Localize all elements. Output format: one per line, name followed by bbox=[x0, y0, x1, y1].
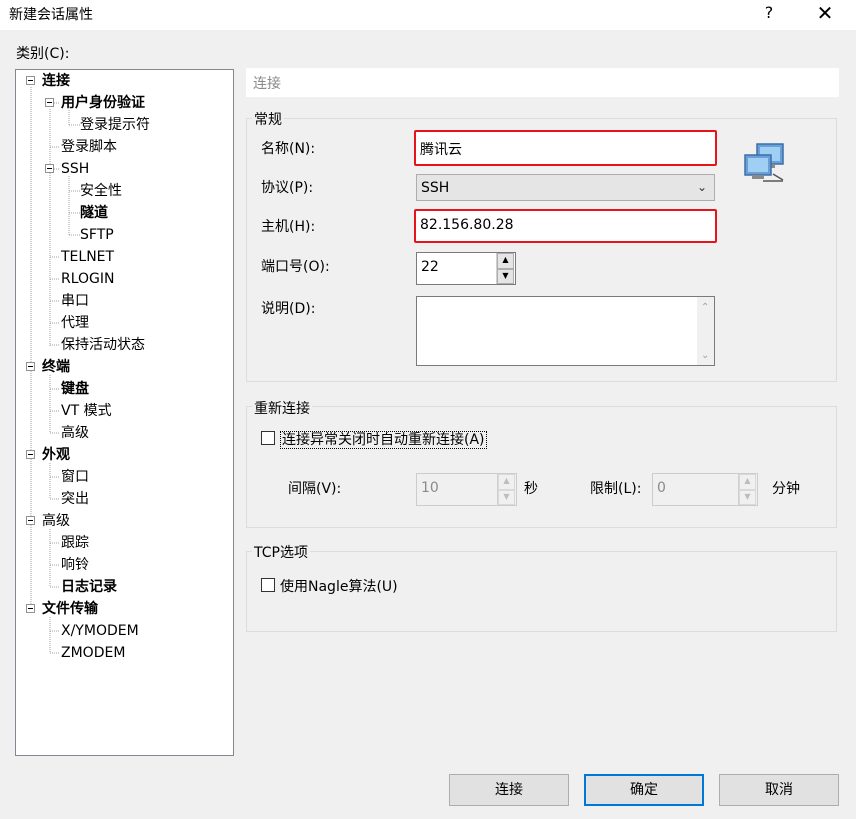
host-field[interactable]: 82.156.80.28 bbox=[414, 209, 717, 243]
tree-item-advanced[interactable]: 高级 bbox=[42, 511, 70, 531]
close-button[interactable]: ✕ bbox=[810, 0, 840, 30]
tree-item-sftp[interactable]: SFTP bbox=[80, 225, 114, 245]
spin-up-icon[interactable]: ▲ bbox=[497, 253, 514, 269]
protocol-label: 协议(P): bbox=[261, 180, 314, 196]
nagle-checkbox[interactable] bbox=[261, 578, 275, 592]
tree-item-vt-mode[interactable]: VT 模式 bbox=[61, 401, 112, 421]
tree-item-login-prompts[interactable]: 登录提示符 bbox=[80, 115, 150, 135]
description-scrollbar[interactable]: ⌃ ⌄ bbox=[697, 297, 714, 365]
port-label: 端口号(O): bbox=[261, 259, 330, 275]
title-bar: 新建会话属性 ? ✕ bbox=[0, 0, 856, 30]
limit-value: 0 bbox=[657, 480, 666, 496]
network-computers-icon bbox=[744, 143, 784, 182]
spin-down-icon[interactable]: ▼ bbox=[497, 268, 514, 284]
protocol-value: SSH bbox=[421, 180, 450, 196]
tree-item-rlogin[interactable]: RLOGIN bbox=[61, 269, 115, 289]
name-field[interactable]: 腾讯云 bbox=[414, 130, 717, 166]
interval-spinner[interactable]: ▲ ▼ bbox=[497, 474, 515, 505]
scroll-up-icon[interactable]: ⌃ bbox=[701, 302, 709, 313]
tree-item-user-auth[interactable]: 用户身份验证 bbox=[61, 93, 145, 113]
spin-up-icon[interactable]: ▲ bbox=[498, 474, 515, 490]
help-button[interactable]: ? bbox=[754, 0, 784, 30]
cancel-button[interactable]: 取消 bbox=[719, 774, 839, 806]
category-tree[interactable]: 连接 用户身份验证 登录提示符 登录脚本 SSH 安全性 隧道 SFTP TEL… bbox=[15, 69, 234, 756]
tree-item-login-script[interactable]: 登录脚本 bbox=[61, 137, 117, 157]
protocol-select[interactable]: SSH ⌄ bbox=[416, 174, 715, 201]
general-group-title: 常规 bbox=[252, 109, 284, 129]
chevron-down-icon: ⌄ bbox=[696, 180, 707, 194]
interval-value: 10 bbox=[421, 480, 439, 496]
spin-up-icon[interactable]: ▲ bbox=[739, 474, 756, 490]
auto-reconnect-label[interactable]: 连接异常关闭时自动重新连接(A) bbox=[280, 429, 487, 449]
ok-button[interactable]: 确定 bbox=[584, 774, 704, 806]
limit-label: 限制(L): bbox=[590, 481, 642, 497]
tree-item-connection[interactable]: 连接 bbox=[42, 71, 70, 91]
tree-item-appearance[interactable]: 外观 bbox=[42, 445, 70, 465]
tree-item-tunnel[interactable]: 隧道 bbox=[80, 203, 108, 223]
host-label: 主机(H): bbox=[261, 219, 316, 235]
tree-item-window[interactable]: 窗口 bbox=[61, 467, 89, 487]
description-field[interactable]: ⌃ ⌄ bbox=[416, 296, 715, 366]
tree-item-telnet[interactable]: TELNET bbox=[61, 247, 114, 267]
interval-unit: 秒 bbox=[524, 481, 538, 497]
tree-item-keepalive[interactable]: 保持活动状态 bbox=[61, 335, 145, 355]
tree-item-proxy[interactable]: 代理 bbox=[61, 313, 89, 333]
panel-title: 连接 bbox=[246, 68, 839, 97]
limit-unit: 分钟 bbox=[772, 481, 800, 497]
reconnect-group-title: 重新连接 bbox=[252, 398, 312, 418]
tcp-group-title: TCP选项 bbox=[252, 542, 310, 562]
category-label: 类别(C): bbox=[16, 46, 70, 62]
expander-icon[interactable] bbox=[26, 450, 35, 459]
connect-button[interactable]: 连接 bbox=[449, 774, 569, 806]
limit-spinner[interactable]: ▲ ▼ bbox=[738, 474, 756, 505]
tree-item-keyboard[interactable]: 键盘 bbox=[61, 379, 89, 399]
reconnect-group bbox=[246, 406, 837, 528]
spin-down-icon[interactable]: ▼ bbox=[498, 489, 515, 505]
tree-item-terminal[interactable]: 终端 bbox=[42, 357, 70, 377]
tree-item-xymodem[interactable]: X/YMODEM bbox=[61, 621, 139, 641]
auto-reconnect-checkbox[interactable] bbox=[261, 431, 275, 445]
expander-icon[interactable] bbox=[45, 98, 54, 107]
tree-item-ssh[interactable]: SSH bbox=[61, 159, 89, 179]
description-label: 说明(D): bbox=[261, 301, 316, 317]
name-label: 名称(N): bbox=[261, 141, 316, 157]
tree-item-bell[interactable]: 响铃 bbox=[61, 555, 89, 575]
tree-item-highlight[interactable]: 突出 bbox=[61, 489, 89, 509]
scroll-down-icon[interactable]: ⌄ bbox=[701, 350, 709, 361]
expander-icon[interactable] bbox=[26, 362, 35, 371]
tree-item-trace[interactable]: 跟踪 bbox=[61, 533, 89, 553]
port-value: 22 bbox=[421, 259, 439, 275]
expander-icon[interactable] bbox=[26, 76, 35, 85]
tree-item-terminal-advanced[interactable]: 高级 bbox=[61, 423, 89, 443]
window-title: 新建会话属性 bbox=[9, 7, 93, 23]
expander-icon[interactable] bbox=[26, 604, 35, 613]
tree-item-logging[interactable]: 日志记录 bbox=[61, 577, 117, 597]
tree-item-security[interactable]: 安全性 bbox=[80, 181, 122, 201]
tree-item-zmodem[interactable]: ZMODEM bbox=[61, 643, 125, 663]
port-spinner[interactable]: ▲ ▼ bbox=[496, 253, 514, 284]
nagle-label[interactable]: 使用Nagle算法(U) bbox=[280, 576, 398, 596]
tree-item-serial[interactable]: 串口 bbox=[61, 291, 89, 311]
spin-down-icon[interactable]: ▼ bbox=[739, 489, 756, 505]
expander-icon[interactable] bbox=[45, 164, 54, 173]
tree-item-file-transfer[interactable]: 文件传输 bbox=[42, 599, 98, 619]
interval-label: 间隔(V): bbox=[288, 481, 342, 497]
expander-icon[interactable] bbox=[26, 516, 35, 525]
